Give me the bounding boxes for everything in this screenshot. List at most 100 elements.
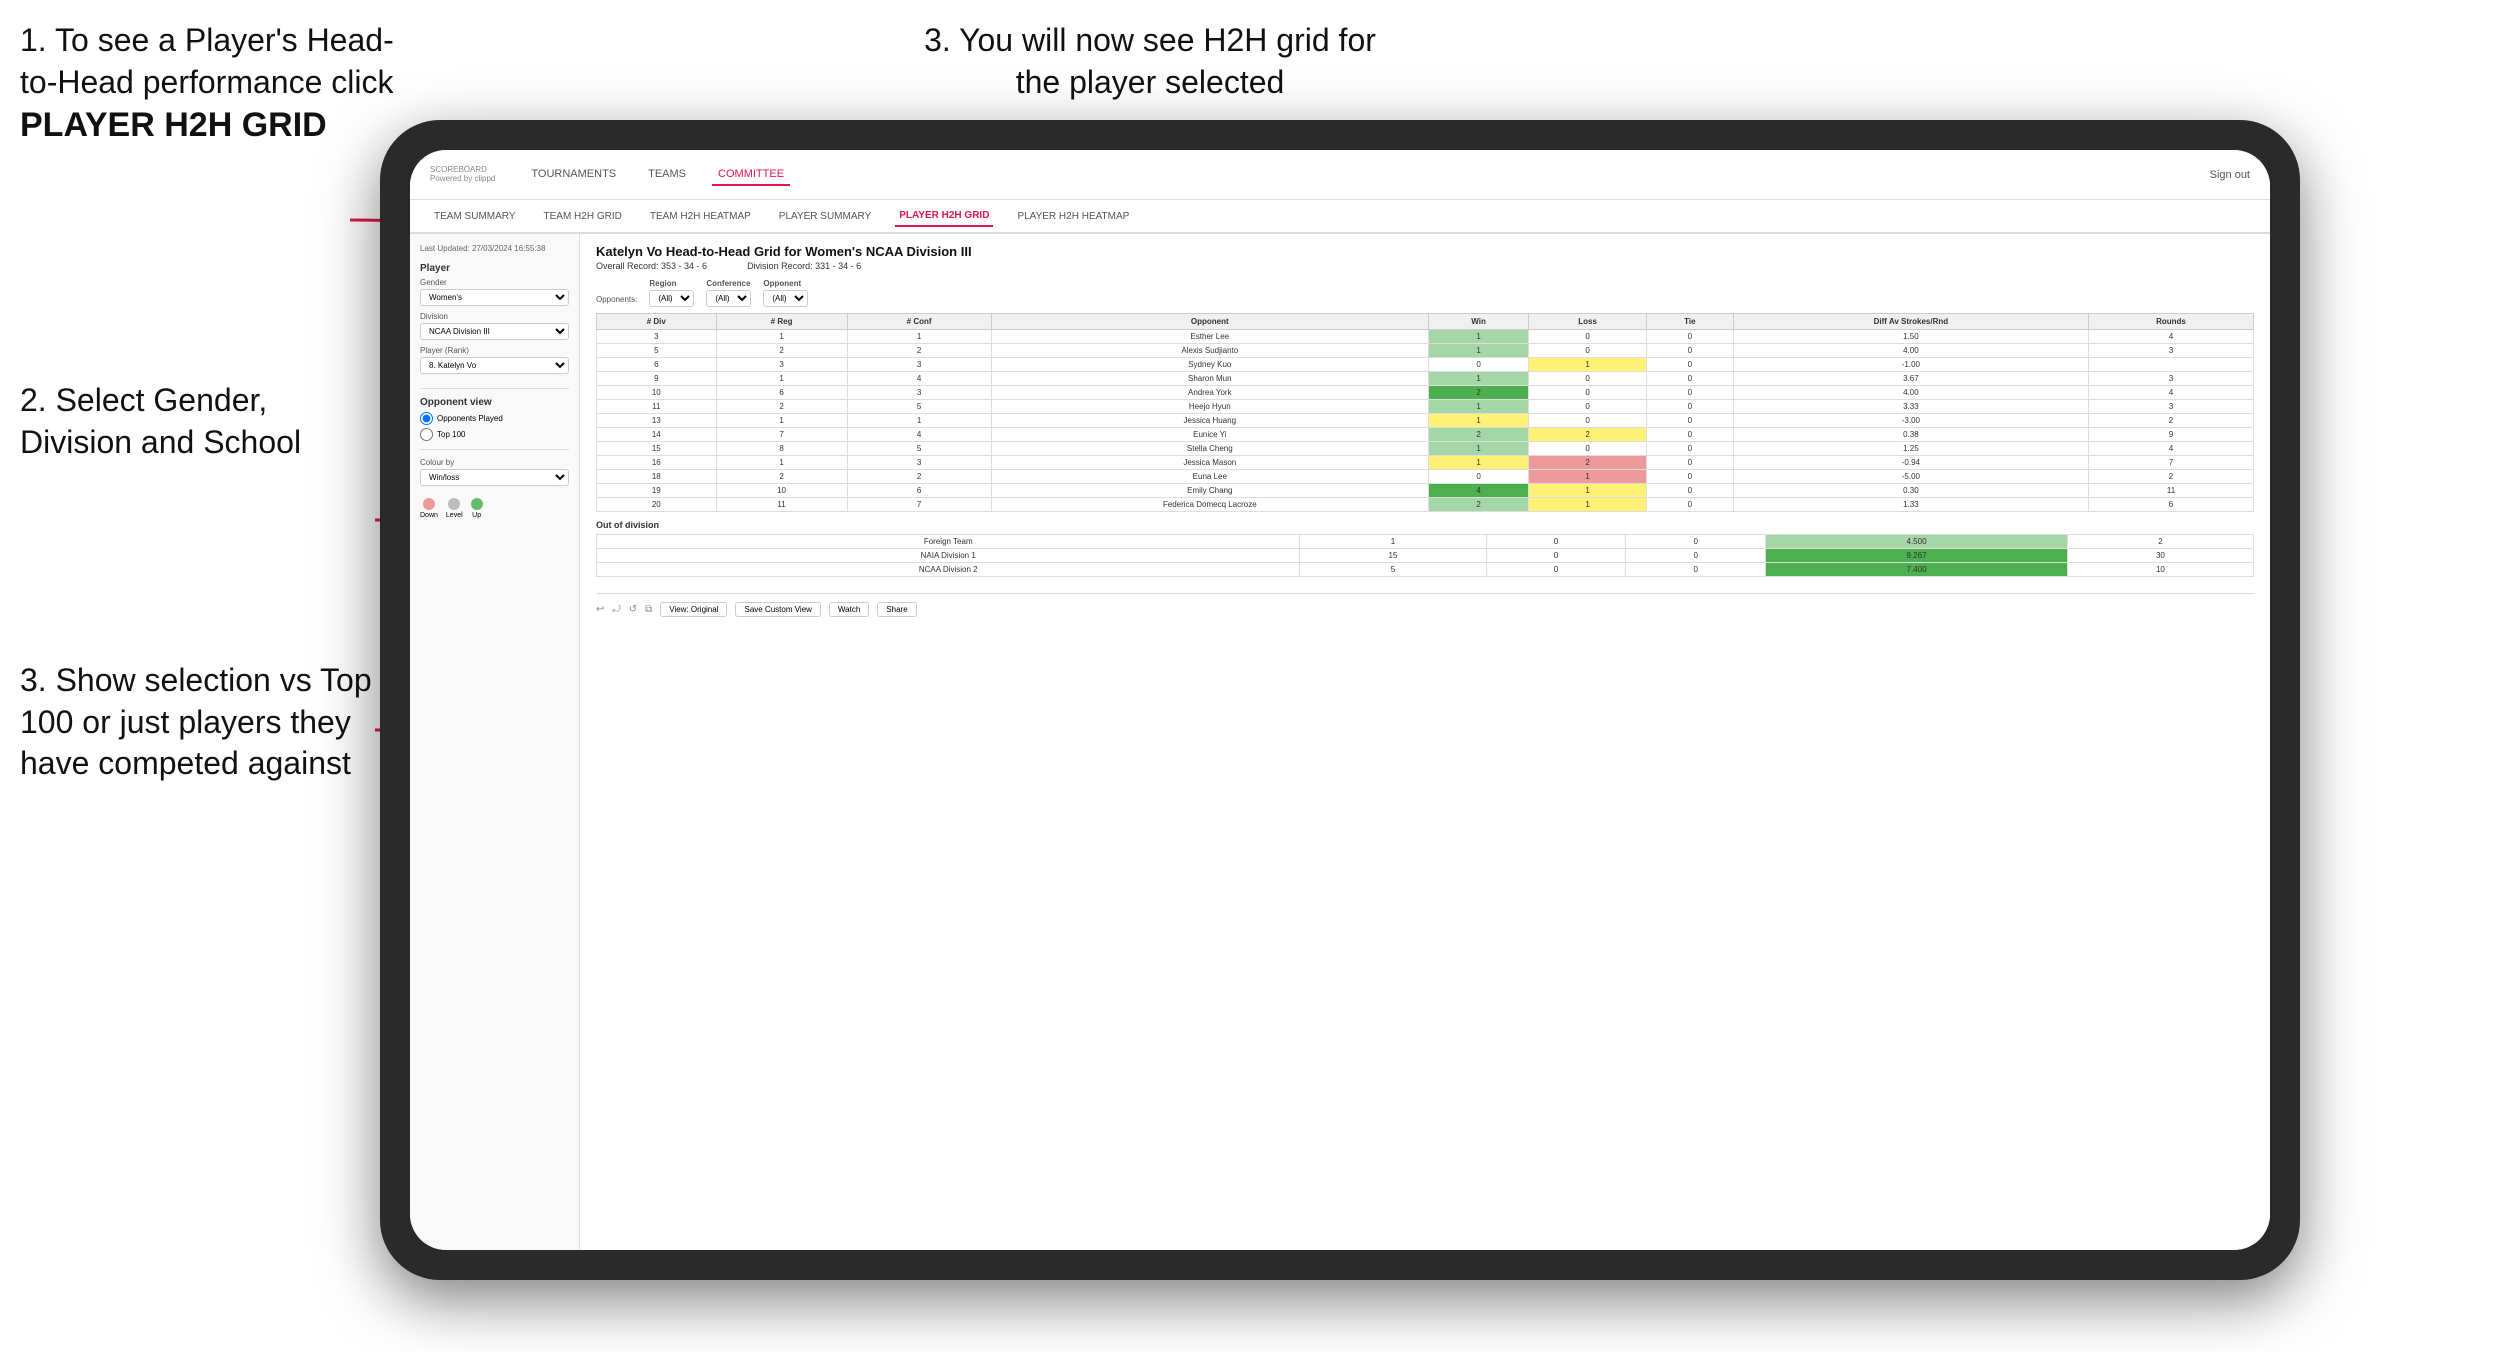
sidebar-timestamp: Last Updated: 27/03/2024 16:55:38 xyxy=(420,244,569,253)
sub-nav-team-h2h-grid[interactable]: TEAM H2H GRID xyxy=(540,207,626,226)
td-win: 1 xyxy=(1428,400,1528,414)
instruction-mid-left: 2. Select Gender, Division and School xyxy=(20,380,360,463)
sidebar-player-title: Player xyxy=(420,263,569,274)
table-row: 3 1 1 Esther Lee 1 0 0 1.50 4 xyxy=(597,330,2254,344)
table-row: 5 2 2 Alexis Sudjianto 1 0 0 4.00 3 xyxy=(597,344,2254,358)
sidebar-radio-top100[interactable]: Top 100 xyxy=(420,428,569,441)
instruction-3b-text: 3. Show selection vs Top 100 or just pla… xyxy=(20,662,372,781)
legend-down-dot xyxy=(423,498,435,510)
sidebar-colour-by-label: Colour by xyxy=(420,458,569,467)
td-tie: 0 xyxy=(1646,372,1733,386)
td-loss: 0 xyxy=(1529,400,1647,414)
td-win: 2 xyxy=(1428,386,1528,400)
td-opponent: Eunice Yi xyxy=(991,428,1428,442)
table-row: 13 1 1 Jessica Huang 1 0 0 -3.00 2 xyxy=(597,414,2254,428)
td-diff: -5.00 xyxy=(1733,470,2088,484)
legend-down: Down xyxy=(420,498,438,519)
nav-logo-sub: Powered by clippd xyxy=(430,175,495,184)
sub-nav-player-h2h-grid[interactable]: PLAYER H2H GRID xyxy=(895,206,993,227)
td-conf: 6 xyxy=(847,484,991,498)
th-loss: Loss xyxy=(1529,314,1647,330)
ood-td-team: Foreign Team xyxy=(597,535,1300,549)
sub-nav-player-summary[interactable]: PLAYER SUMMARY xyxy=(775,207,875,226)
td-tie: 0 xyxy=(1646,358,1733,372)
td-conf: 1 xyxy=(847,330,991,344)
th-win: Win xyxy=(1428,314,1528,330)
filter-conference-select[interactable]: (All) xyxy=(706,290,751,307)
sidebar-player-rank-label: Player (Rank) xyxy=(420,346,569,355)
td-tie: 0 xyxy=(1646,414,1733,428)
view-original-label: View: Original xyxy=(669,605,718,614)
td-loss: 2 xyxy=(1529,456,1647,470)
sidebar-colour-by-select[interactable]: Win/loss xyxy=(420,469,569,486)
nav-teams[interactable]: TEAMS xyxy=(642,164,692,186)
sub-nav-team-summary[interactable]: TEAM SUMMARY xyxy=(430,207,520,226)
td-diff: 1.33 xyxy=(1733,498,2088,512)
toolbar-save-custom-btn[interactable]: Save Custom View xyxy=(735,602,820,617)
toolbar-redo-icon[interactable]: ⤾ xyxy=(612,604,620,615)
ood-td-rounds: 2 xyxy=(2067,535,2253,549)
sidebar-division-select[interactable]: NCAA Division III xyxy=(420,323,569,340)
sidebar-gender-label: Gender xyxy=(420,278,569,287)
td-loss: 0 xyxy=(1529,344,1647,358)
td-div: 15 xyxy=(597,442,717,456)
ood-table-row: NCAA Division 2 5 0 0 7.400 10 xyxy=(597,563,2254,577)
td-loss: 1 xyxy=(1529,484,1647,498)
td-reg: 6 xyxy=(716,386,847,400)
toolbar-watch-btn[interactable]: Watch xyxy=(829,602,869,617)
td-loss: 0 xyxy=(1529,442,1647,456)
td-opponent: Sydney Kuo xyxy=(991,358,1428,372)
ood-td-loss: 0 xyxy=(1486,563,1626,577)
nav-logo: SCOREBOARD Powered by clippd xyxy=(430,166,495,184)
sub-nav-team-h2h-heatmap[interactable]: TEAM H2H HEATMAP xyxy=(646,207,755,226)
td-win: 4 xyxy=(1428,484,1528,498)
td-conf: 1 xyxy=(847,414,991,428)
sidebar-gender-select[interactable]: Women's xyxy=(420,289,569,306)
td-rounds: 2 xyxy=(2089,470,2254,484)
td-opponent: Sharon Mun xyxy=(991,372,1428,386)
grid-subtitle: Overall Record: 353 - 34 - 6 Division Re… xyxy=(596,261,2254,271)
td-win: 0 xyxy=(1428,470,1528,484)
th-tie: Tie xyxy=(1646,314,1733,330)
save-custom-label: Save Custom View xyxy=(744,605,811,614)
td-diff: 1.25 xyxy=(1733,442,2088,456)
filter-region-select[interactable]: (All) xyxy=(649,290,694,307)
toolbar-undo2-icon[interactable]: ↺ xyxy=(629,604,637,615)
table-row: 11 2 5 Heejo Hyun 1 0 0 3.33 3 xyxy=(597,400,2254,414)
ood-td-tie: 0 xyxy=(1626,563,1766,577)
ood-td-win: 1 xyxy=(1300,535,1486,549)
td-loss: 0 xyxy=(1529,386,1647,400)
td-opponent: Jessica Huang xyxy=(991,414,1428,428)
td-win: 1 xyxy=(1428,372,1528,386)
td-conf: 7 xyxy=(847,498,991,512)
ood-td-win: 5 xyxy=(1300,563,1486,577)
td-conf: 4 xyxy=(847,428,991,442)
filter-opponent-select[interactable]: (All) xyxy=(763,290,808,307)
td-opponent: Stella Cheng xyxy=(991,442,1428,456)
td-reg: 1 xyxy=(716,330,847,344)
toolbar-copy-icon[interactable]: ⧉ xyxy=(645,604,652,615)
nav-committee[interactable]: COMMITTEE xyxy=(712,164,790,186)
th-reg: # Reg xyxy=(716,314,847,330)
td-reg: 3 xyxy=(716,358,847,372)
sub-nav-player-h2h-heatmap[interactable]: PLAYER H2H HEATMAP xyxy=(1013,207,1133,226)
td-reg: 2 xyxy=(716,470,847,484)
td-win: 1 xyxy=(1428,414,1528,428)
td-win: 1 xyxy=(1428,456,1528,470)
sidebar-radio-opponents-played[interactable]: Opponents Played xyxy=(420,412,569,425)
td-win: 2 xyxy=(1428,498,1528,512)
toolbar-share-btn[interactable]: Share xyxy=(877,602,916,617)
toolbar-undo-icon[interactable]: ↩ xyxy=(596,604,604,615)
ood-td-loss: 0 xyxy=(1486,549,1626,563)
sidebar-player-rank-select[interactable]: 8. Katelyn Vo xyxy=(420,357,569,374)
td-diff: 3.33 xyxy=(1733,400,2088,414)
sidebar-opponent-view-title: Opponent view xyxy=(420,397,569,408)
nav-tournaments[interactable]: TOURNAMENTS xyxy=(525,164,622,186)
toolbar-view-original-btn[interactable]: View: Original xyxy=(660,602,727,617)
ood-table-row: Foreign Team 1 0 0 4.500 2 xyxy=(597,535,2254,549)
instruction-bottom-left: 3. Show selection vs Top 100 or just pla… xyxy=(20,660,380,785)
nav-sign-out[interactable]: Sign out xyxy=(2210,169,2250,181)
td-reg: 1 xyxy=(716,414,847,428)
tablet-frame: SCOREBOARD Powered by clippd TOURNAMENTS… xyxy=(380,120,2300,1280)
legend-up-label: Up xyxy=(472,512,481,519)
